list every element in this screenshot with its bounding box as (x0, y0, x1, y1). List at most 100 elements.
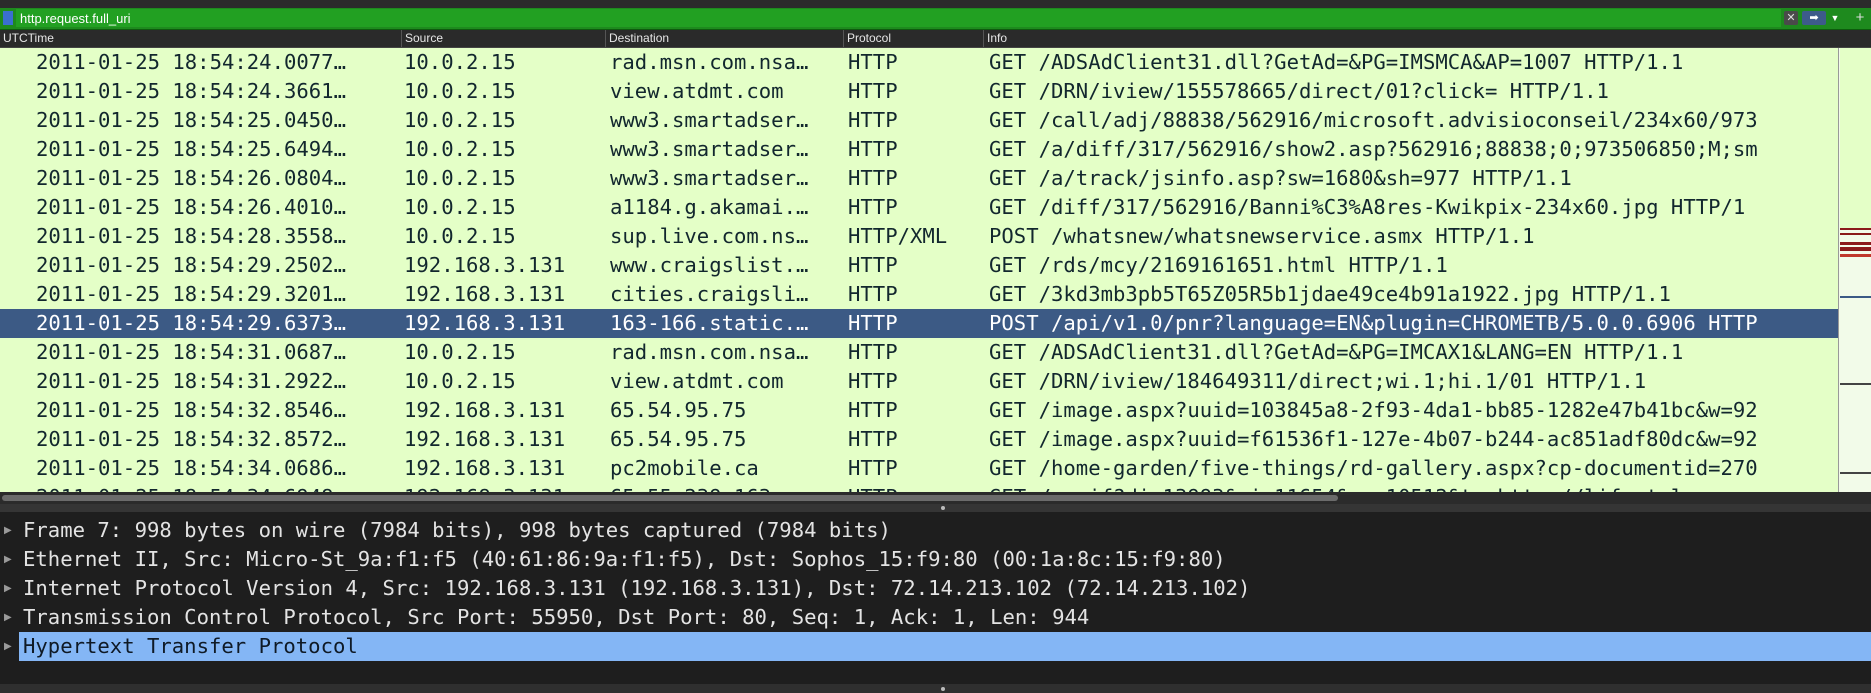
detail-tree-item[interactable]: ▶ Internet Protocol Version 4, Src: 192.1… (0, 574, 1871, 603)
cell-protocol: HTTP (848, 456, 898, 480)
packet-row[interactable]: 2011-01-25 18:54:32.8572… 192.168.3.131 65… (0, 425, 1838, 454)
cell-destination: 65.54.95.75 (610, 398, 747, 422)
cell-protocol: HTTP (848, 427, 898, 451)
cell-info: GET /ADSAdClient31.dll?GetAd=&PG=IMSMCA&… (989, 50, 1684, 74)
splitter-handle-icon[interactable] (941, 687, 945, 691)
cell-time: 2011-01-25 18:54:25.6494… (36, 137, 346, 161)
cell-info: GET /image.aspx?uuid=f61536f1-127e-4b07-… (989, 427, 1758, 451)
cell-destination: rad.msn.com.nsa… (610, 50, 809, 74)
packet-list-minimap[interactable] (1838, 48, 1871, 492)
detail-tree-item[interactable]: ▶ Hypertext Transfer Protocol (0, 632, 1871, 661)
cell-time: 2011-01-25 18:54:25.0450… (36, 108, 346, 132)
expand-arrow-icon[interactable]: ▶ (4, 516, 18, 545)
cell-source: 10.0.2.15 (404, 79, 516, 103)
column-header-source[interactable]: Source (402, 30, 606, 47)
cell-protocol: HTTP (848, 483, 984, 492)
packet-row[interactable]: 2011-01-25 18:54:24.0077… 10.0.2.15 rad.ms… (0, 48, 1838, 77)
detail-tree-item[interactable]: ▶ Transmission Control Protocol, Src Port… (0, 603, 1871, 632)
packet-row[interactable]: 2011-01-25 18:54:29.3201… 192.168.3.131 ci… (0, 280, 1838, 309)
cell-destination: www3.smartadser… (610, 137, 809, 161)
packet-row[interactable]: 2011-01-25 18:54:34.6948…192.168.3.131 65… (0, 483, 1838, 492)
packet-row[interactable]: 2011-01-25 18:54:24.3661… 10.0.2.15 view.a… (0, 77, 1838, 106)
cell-source: 10.0.2.15 (404, 195, 516, 219)
cell-info: POST /whatsnew/whatsnewservice.asmx HTTP… (989, 224, 1535, 248)
cell-info: GET /image.aspx?uuid=103845a8-2f93-4da1-… (989, 398, 1758, 422)
packet-row[interactable]: 2011-01-25 18:54:28.3558… 10.0.2.15 sup.li… (0, 222, 1838, 251)
cell-protocol: HTTP/XML (848, 224, 948, 248)
cell-protocol: HTTP (848, 340, 898, 364)
detail-tree-item[interactable]: ▶ Frame 7: 998 bytes on wire (7984 bits),… (0, 516, 1871, 545)
cell-time: 2011-01-25 18:54:29.3201… (36, 282, 346, 306)
packet-details-pane[interactable]: ▶ Frame 7: 998 bytes on wire (7984 bits),… (0, 512, 1871, 684)
packet-list[interactable]: 2011-01-25 18:54:24.0077… 10.0.2.15 rad.ms… (0, 48, 1838, 492)
packet-row[interactable]: 2011-01-25 18:54:25.0450… 10.0.2.15 www3.s… (0, 106, 1838, 135)
apply-filter-icon[interactable]: ➡ (1802, 11, 1826, 25)
cell-source: 192.168.3.131 (404, 398, 566, 422)
detail-tree-label: Transmission Control Protocol, Src Port:… (23, 605, 1090, 629)
cell-info: GET /ADSAdClient31.dll?GetAd=&PG=IMCAX1&… (989, 340, 1684, 364)
expand-arrow-icon[interactable]: ▶ (4, 545, 18, 574)
cell-time: 2011-01-25 18:54:31.2922… (36, 369, 346, 393)
cell-source: 192.168.3.131 (404, 483, 606, 492)
splitter-handle-icon[interactable] (941, 506, 945, 510)
window-top-strip (0, 0, 1871, 8)
detail-tree-label: Hypertext Transfer Protocol (19, 632, 1871, 661)
pane-splitter[interactable] (0, 504, 1871, 512)
horizontal-scrollbar-thumb[interactable] (2, 495, 1338, 501)
horizontal-scrollbar[interactable] (0, 492, 1871, 504)
cell-info: GET /home-garden/five-things/rd-gallery.… (989, 456, 1758, 480)
chevron-down-icon[interactable]: ▼ (1829, 11, 1841, 25)
cell-destination: cities.craigsli… (610, 282, 809, 306)
add-filter-button[interactable]: + (1852, 9, 1868, 27)
cell-protocol: HTTP (848, 195, 898, 219)
packet-row[interactable]: 2011-01-25 18:54:31.2922… 10.0.2.15 view.a… (0, 367, 1838, 396)
cell-destination: a1184.g.akamai.… (610, 195, 809, 219)
cell-destination: www.craigslist.… (610, 253, 809, 277)
packet-row[interactable]: 2011-01-25 18:54:26.4010… 10.0.2.15 a1184.… (0, 193, 1838, 222)
cell-source: 192.168.3.131 (404, 282, 566, 306)
packet-row[interactable]: 2011-01-25 18:54:29.6373… 192.168.3.131 16… (0, 309, 1838, 338)
cell-source: 10.0.2.15 (404, 137, 516, 161)
detail-tree-label: Internet Protocol Version 4, Src: 192.16… (23, 576, 1251, 600)
packet-row[interactable]: 2011-01-25 18:54:25.6494… 10.0.2.15 www3.s… (0, 135, 1838, 164)
expand-arrow-icon[interactable]: ▶ (4, 632, 18, 661)
cell-info: POST /api/v1.0/pnr?language=EN&plugin=CH… (989, 311, 1758, 335)
cell-source: 10.0.2.15 (404, 340, 516, 364)
expand-arrow-icon[interactable]: ▶ (4, 603, 18, 632)
packet-row[interactable]: 2011-01-25 18:54:29.2502… 192.168.3.131 ww… (0, 251, 1838, 280)
bookmark-icon[interactable] (3, 11, 13, 25)
column-header-protocol[interactable]: Protocol (844, 30, 984, 47)
cell-info: GET /call/adj/88838/562916/microsoft.adv… (989, 108, 1758, 132)
packet-row[interactable]: 2011-01-25 18:54:26.0804… 10.0.2.15 www3.s… (0, 164, 1838, 193)
packet-row[interactable]: 2011-01-25 18:54:34.0686… 192.168.3.131 pc… (0, 454, 1838, 483)
detail-tree-item[interactable]: ▶ Ethernet II, Src: Micro-St_9a:f1:f5 (40… (0, 545, 1871, 574)
column-header-info[interactable]: Info (984, 30, 1871, 47)
pane-splitter-bottom[interactable] (0, 684, 1871, 693)
clear-filter-icon[interactable]: ✕ (1784, 11, 1798, 25)
column-header-utctime[interactable]: UTCTime (0, 30, 402, 47)
cell-destination: 65.54.95.75 (610, 427, 747, 451)
cell-destination: view.atdmt.com (610, 369, 784, 393)
cell-destination: 65.55.239.163 (610, 483, 844, 492)
cell-protocol: HTTP (848, 79, 898, 103)
packet-row[interactable]: 2011-01-25 18:54:31.0687… 10.0.2.15 rad.ms… (0, 338, 1838, 367)
display-filter-input[interactable] (16, 9, 1781, 27)
expand-arrow-icon[interactable]: ▶ (4, 574, 18, 603)
cell-source: 10.0.2.15 (404, 224, 516, 248)
cell-protocol: HTTP (848, 282, 898, 306)
cell-source: 10.0.2.15 (404, 166, 516, 190)
column-header-destination[interactable]: Destination (606, 30, 844, 47)
cell-time: 2011-01-25 18:54:32.8546… (36, 398, 346, 422)
cell-protocol: HTTP (848, 253, 898, 277)
cell-info: GET /diff/317/562916/Banni%C3%A8res-Kwik… (989, 195, 1746, 219)
cell-protocol: HTTP (848, 50, 898, 74)
packet-row[interactable]: 2011-01-25 18:54:32.8546… 192.168.3.131 65… (0, 396, 1838, 425)
cell-source: 10.0.2.15 (404, 369, 516, 393)
cell-protocol: HTTP (848, 311, 898, 335)
cell-destination: www3.smartadser… (610, 166, 809, 190)
cell-info: GET /c.gif?di=13993&pi=11654&ps=10512&tp… (989, 483, 1838, 492)
detail-tree-label: Ethernet II, Src: Micro-St_9a:f1:f5 (40:… (23, 547, 1226, 571)
cell-time: 2011-01-25 18:54:28.3558… (36, 224, 346, 248)
cell-time: 2011-01-25 18:54:24.0077… (36, 50, 346, 74)
detail-tree-label: Frame 7: 998 bytes on wire (7984 bits), … (23, 518, 891, 542)
